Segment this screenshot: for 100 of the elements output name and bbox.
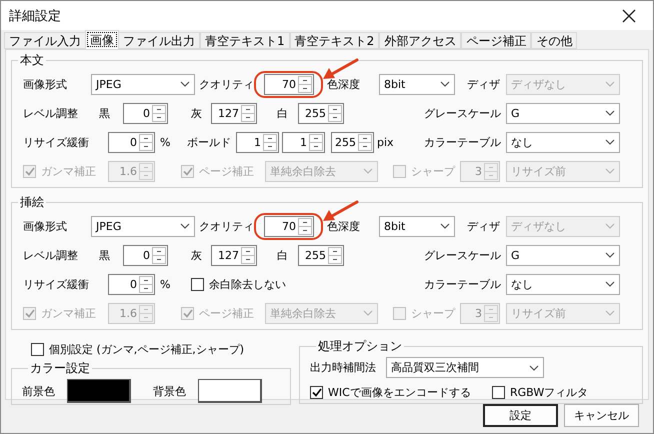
tab[interactable]: 画像 <box>85 30 119 49</box>
field-label: ディザ <box>467 218 500 234</box>
color-swatch[interactable] <box>67 379 131 403</box>
chevron-icon <box>605 139 615 145</box>
chevron-icon <box>605 252 615 258</box>
number-field[interactable]: 127 <box>211 102 257 124</box>
chevron-icon <box>605 223 615 229</box>
chevron-icon <box>440 223 450 229</box>
dropdown[interactable]: JPEG <box>91 74 195 94</box>
checkmark-icon <box>312 388 322 397</box>
field-label: 前景色 <box>22 384 55 398</box>
dropdown[interactable]: なし <box>506 132 620 152</box>
field-label: 黒 <box>99 106 110 120</box>
spinner-icon[interactable] <box>241 104 255 122</box>
dropdown[interactable]: JPEG <box>91 216 195 236</box>
spinner-icon[interactable] <box>298 218 312 234</box>
checkbox[interactable]: 個別設定 (ガンマ,ページ補正,シャープ) <box>31 342 244 356</box>
chevron-icon <box>440 81 450 87</box>
tab[interactable]: ファイル出力 <box>118 32 200 49</box>
dropdown[interactable]: 8bit <box>379 216 455 236</box>
number-field[interactable]: 255 <box>298 102 344 124</box>
chevron-icon <box>529 364 539 370</box>
chevron-icon <box>605 168 615 174</box>
spinner-icon[interactable] <box>263 134 277 150</box>
number-field[interactable]: 127 <box>211 244 257 266</box>
close-icon <box>622 8 636 22</box>
field-label: pix <box>377 136 394 148</box>
field-label: % <box>160 136 170 148</box>
number-field[interactable]: 1 <box>282 132 325 152</box>
spinner-icon[interactable] <box>328 246 342 264</box>
checkbox[interactable]: 余白除去しない <box>191 276 286 292</box>
spinner-icon[interactable] <box>241 246 255 264</box>
chevron-icon <box>605 281 615 287</box>
group-title: カラー設定 <box>29 360 91 377</box>
checkmark-icon <box>182 308 192 318</box>
number-field[interactable]: 0 <box>108 132 155 152</box>
tab[interactable]: その他 <box>531 32 578 49</box>
dropdown[interactable]: 高品質双三次補間 <box>386 357 544 378</box>
field-label: リサイズ緩衝 <box>23 134 89 150</box>
tab[interactable]: 青空テキスト2 <box>290 32 380 49</box>
tab[interactable]: 青空テキスト1 <box>200 32 290 49</box>
field-label: グレースケール <box>424 248 501 262</box>
color-swatch[interactable] <box>198 379 262 403</box>
tab[interactable]: ページ補正 <box>461 32 532 49</box>
group-title: 本文 <box>19 52 45 69</box>
number-field[interactable]: 0 <box>123 244 168 266</box>
checkbox[interactable]: WICで画像をエンコードする <box>310 385 471 400</box>
number-field[interactable]: 255 <box>331 132 374 152</box>
checkmark-icon <box>24 308 34 318</box>
checkmark-icon <box>24 166 34 176</box>
field-label: 白 <box>277 248 288 262</box>
number-field[interactable]: 0 <box>108 274 155 294</box>
number-field[interactable]: 1 <box>236 132 279 152</box>
field-label: 灰 <box>191 106 202 120</box>
field-label: ディザ <box>467 76 500 92</box>
field-label: 色深度 <box>327 76 360 92</box>
group-title: 処理オプション <box>317 338 403 355</box>
spinner-icon[interactable] <box>139 276 153 292</box>
checkbox[interactable]: RGBWフィルタ <box>492 385 588 400</box>
number-field[interactable]: 0 <box>123 102 168 124</box>
spinner-icon[interactable] <box>152 104 166 122</box>
field-label: カラーテーブル <box>424 276 501 292</box>
field-label: クオリティ <box>199 76 254 92</box>
field-label: リサイズ緩衝 <box>23 276 89 292</box>
dialog-button[interactable]: キャンセル <box>564 404 639 427</box>
number-field[interactable]: 70 <box>264 216 314 236</box>
checkmark-icon <box>182 166 192 176</box>
spinner-icon[interactable] <box>139 134 153 150</box>
chevron-icon <box>180 223 190 229</box>
spinner-icon[interactable] <box>358 134 372 150</box>
dropdown[interactable]: 8bit <box>379 74 455 94</box>
field-label: レベル調整 <box>23 106 78 120</box>
field-label: % <box>160 278 170 290</box>
field-label: 背景色 <box>153 384 186 398</box>
dialog-button[interactable]: 設定 <box>483 404 558 427</box>
group-title: 挿絵 <box>19 194 45 211</box>
dropdown[interactable]: G <box>506 102 620 124</box>
field-label: クオリティ <box>199 218 254 234</box>
field-label: カラーテーブル <box>424 134 501 150</box>
tab[interactable]: 外部アクセス <box>379 32 462 49</box>
chevron-icon <box>180 81 190 87</box>
spinner-icon[interactable] <box>309 134 323 150</box>
spinner-icon[interactable] <box>298 76 312 92</box>
number-field[interactable]: 70 <box>264 74 314 94</box>
field-label: 灰 <box>191 248 202 262</box>
spinner-icon[interactable] <box>328 104 342 122</box>
field-label: 黒 <box>99 248 110 262</box>
tab[interactable]: ファイル入力 <box>4 32 86 49</box>
spinner-icon[interactable] <box>152 246 166 264</box>
field-label: 画像形式 <box>23 218 67 234</box>
dropdown[interactable]: なし <box>506 274 620 294</box>
chevron-icon <box>605 310 615 316</box>
dropdown[interactable]: G <box>506 244 620 266</box>
field-label: 画像形式 <box>23 76 67 92</box>
field-label: グレースケール <box>424 106 501 120</box>
field-label: 白 <box>277 106 288 120</box>
number-field[interactable]: 255 <box>298 244 344 266</box>
field-label: 色深度 <box>327 218 360 234</box>
chevron-icon <box>605 110 615 116</box>
chevron-icon <box>363 168 373 174</box>
